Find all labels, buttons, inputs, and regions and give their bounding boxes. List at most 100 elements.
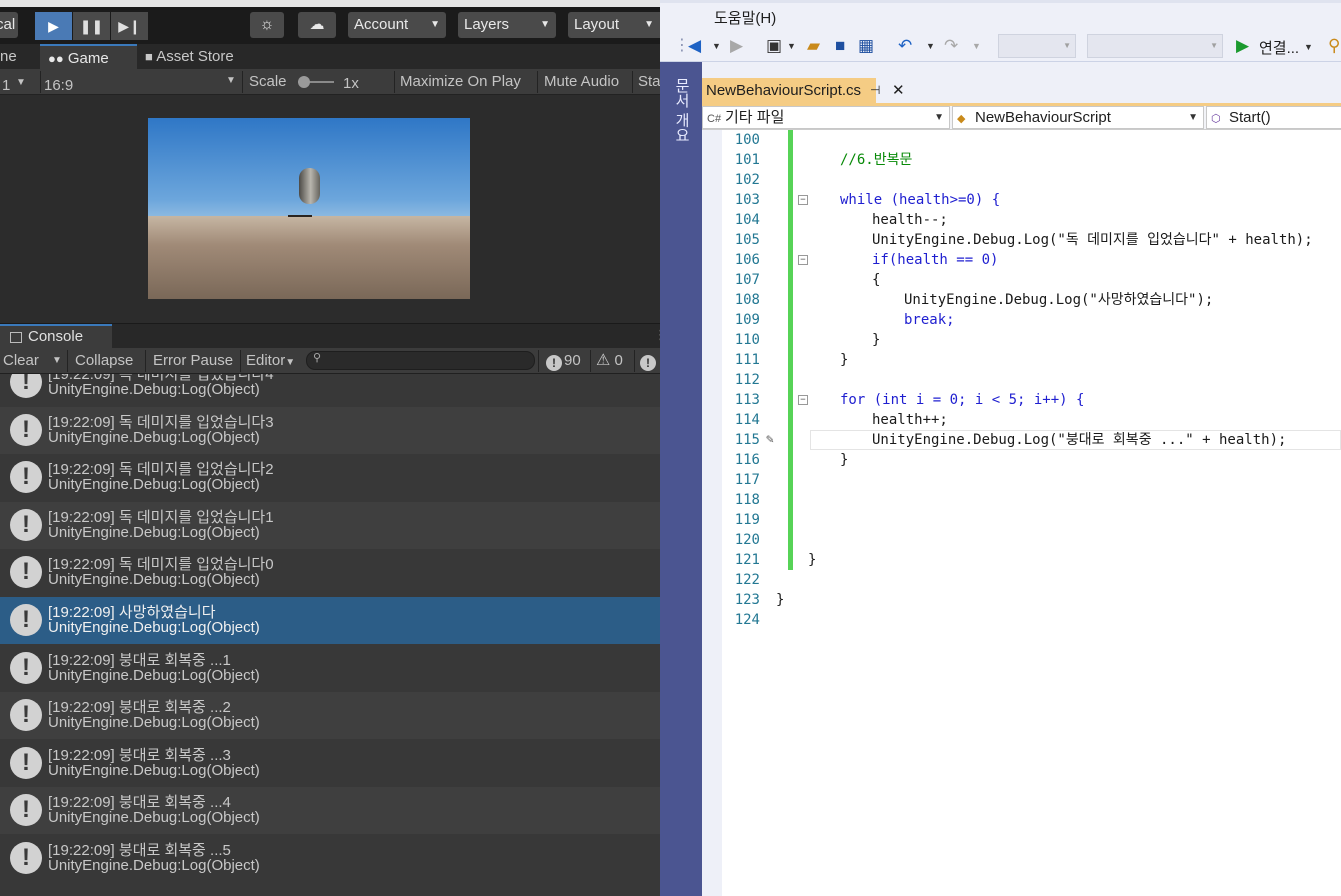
log-entry[interactable]: ! [19:22:09] 독 데미지를 입었습니다0 UnityEngine.Deb… [0,549,660,597]
warning-count-toggle[interactable]: ⚠ 0 [596,348,623,374]
back-icon[interactable]: ◀ [688,36,701,56]
chevron-down-icon[interactable]: ▼ [1304,42,1313,52]
project-dropdown[interactable]: C# 기타 파일 ▼ [702,106,950,129]
code-line[interactable]: 105 UnityEngine.Debug.Log("독 데미지를 입었습니다" … [722,230,1341,250]
log-entry[interactable]: ! [19:22:09] 붕대로 회복중 ...5 UnityEngine.Debu… [0,835,660,882]
code-line[interactable]: 112 [722,370,1341,390]
layout-dropdown[interactable]: Layout ▼ [568,12,660,38]
info-icon: ! [10,842,42,874]
code-line[interactable]: 123} [722,590,1341,610]
code-line[interactable]: 113 − for (int i = 0; i < 5; i++) { [722,390,1341,410]
open-folder-icon[interactable]: ▰ [807,36,820,56]
code-line[interactable]: 122 [722,570,1341,590]
code-line[interactable]: 116} [722,450,1341,470]
code-text: UnityEngine.Debug.Log("독 데미지를 입었습니다" + h… [872,232,1313,248]
pin-icon[interactable]: ⊣ [870,78,880,103]
code-line[interactable]: 104 health--; [722,210,1341,230]
attach-button[interactable]: 연결... [1259,37,1299,58]
chevron-down-icon[interactable]: ▼ [52,355,62,366]
log-entry[interactable]: ! [19:22:09] 붕대로 회복중 ...4 UnityEngine.Debu… [0,787,660,835]
start-icon[interactable]: ▶ [1236,36,1249,56]
log-entry[interactable]: ! [19:22:09] 붕대로 회복중 ...1 UnityEngine.Debu… [0,644,660,692]
code-line[interactable]: 115 ✎ UnityEngine.Debug.Log("붕대로 회복중 ..." … [722,430,1341,450]
code-line[interactable]: 100 [722,130,1341,150]
configuration-dropdown[interactable]: ▼ [998,34,1076,58]
redo-icon[interactable]: ↷ [944,36,958,56]
collapse-icon[interactable]: − [798,395,808,405]
log-entry[interactable]: ! [19:22:09] 사망하였습니다 UnityEngine.Debug:Log… [0,597,660,644]
platform-dropdown[interactable]: ▼ [1087,34,1223,58]
code-line[interactable]: 120 [722,530,1341,550]
menu-help[interactable]: 도움말(H) [714,7,776,28]
chevron-down-icon[interactable]: ▼ [926,41,935,51]
maximize-on-play-toggle[interactable]: Maximize On Play [400,73,521,90]
log-entry[interactable]: ! [19:22:09] 붕대로 회복중 ...3 UnityEngine.Debu… [0,739,660,787]
line-number: 111 [734,352,760,368]
code-editor[interactable]: 100 101//6.반복문 102 103− while (health>=0) {1… [722,130,1341,896]
code-line[interactable]: 118 [722,490,1341,510]
collapse-icon[interactable]: − [798,255,808,265]
new-item-icon[interactable]: ▣ [766,36,782,56]
global-local-toggle[interactable]: cal [0,12,18,38]
editor-dropdown[interactable]: Editor▼ [246,352,295,369]
code-line[interactable]: 107 { [722,270,1341,290]
forward-icon[interactable]: ▶ [730,36,743,56]
code-line[interactable]: 110} [722,330,1341,350]
document-outline-tab[interactable]: 문서 개요 [670,78,692,142]
quick-action-icon[interactable]: ✎ [766,430,774,450]
close-icon[interactable]: ✕ [892,78,905,103]
code-line[interactable]: 106 − if(health == 0) [722,250,1341,270]
error-pause-toggle[interactable]: Error Pause [153,352,233,369]
log-entry[interactable]: ! [19:22:09] 붕대로 회복중 ...2 UnityEngine.Debu… [0,692,660,740]
log-entry[interactable]: ! [19:22:09] 독 데미지를 입었습니다1 UnityEngine.Deb… [0,501,660,549]
code-line[interactable]: 109 break; [722,310,1341,330]
chevron-down-icon[interactable]: ▼ [712,41,721,51]
find-icon[interactable]: ⚲ [1328,36,1340,56]
log-entry[interactable]: ! [19:22:09] 독 데미지를 입었습니다2 UnityEngine.Deb… [0,454,660,502]
code-line[interactable]: 108 UnityEngine.Debug.Log("사망하였습니다"); [722,290,1341,310]
mute-audio-toggle[interactable]: Mute Audio [544,73,619,90]
code-line[interactable]: 111} [722,350,1341,370]
stats-toggle[interactable]: Sta [638,73,660,90]
code-line[interactable]: 101 //6.반복문 [722,150,1341,170]
tab-console[interactable]: Console [0,324,112,349]
chevron-down-icon[interactable]: ▼ [972,41,981,51]
member-dropdown[interactable]: ⬡ Start() [1206,106,1341,129]
step-icon: ▶❙ [118,18,141,34]
tab-newbehaviourscript[interactable]: NewBehaviourScript.cs ⊣ ✕ [702,78,905,103]
console-search-input[interactable]: ⚲ [306,351,535,370]
tab-game[interactable]: ●● Game [40,44,137,69]
layers-dropdown[interactable]: Layers ▼ [458,12,556,38]
code-line[interactable]: 121} [722,550,1341,570]
chevron-down-icon[interactable]: ▼ [787,41,796,51]
code-line[interactable]: 114 health++; [722,410,1341,430]
collab-button[interactable]: ☁ [298,12,336,38]
code-line[interactable]: 102 [722,170,1341,190]
code-line[interactable]: 117 [722,470,1341,490]
scale-slider-handle[interactable] [298,76,310,88]
tab-scene[interactable]: ne [0,44,40,69]
log-entry[interactable]: ! [19:22:09] 독 데미지를 입었습니다4 UnityEngine.Deb… [0,374,660,406]
save-icon[interactable]: ■ [835,36,845,56]
collapse-toggle[interactable]: Collapse [75,352,133,369]
play-button[interactable]: ▶ [35,12,72,40]
code-line[interactable]: 124 [722,610,1341,630]
code-line[interactable]: 103 − while (health>=0) { [722,190,1341,210]
pause-button[interactable]: ❚❚ [73,12,110,40]
save-all-icon[interactable]: ▦ [858,36,874,56]
info-icon: ! [10,651,42,684]
clear-button[interactable]: Clear [3,352,39,369]
class-dropdown[interactable]: ◆ NewBehaviourScript ▼ [952,106,1204,129]
collapse-icon[interactable]: − [798,195,808,205]
account-dropdown[interactable]: Account ▼ [348,12,446,38]
undo-icon[interactable]: ↶ [898,36,912,56]
error-count-toggle[interactable]: ! [640,348,658,374]
game-view [0,95,660,323]
scale-value: 1x [343,75,359,92]
step-button[interactable]: ▶❙ [111,12,148,40]
log-entry[interactable]: ! [19:22:09] 독 데미지를 입었습니다3 UnityEngine.Deb… [0,406,660,454]
services-button[interactable]: ☼ [250,12,284,38]
code-line[interactable]: 119 [722,510,1341,530]
tab-asset-store[interactable]: ■ Asset Store [145,44,255,69]
info-count-toggle[interactable]: ! 90 [546,348,581,374]
